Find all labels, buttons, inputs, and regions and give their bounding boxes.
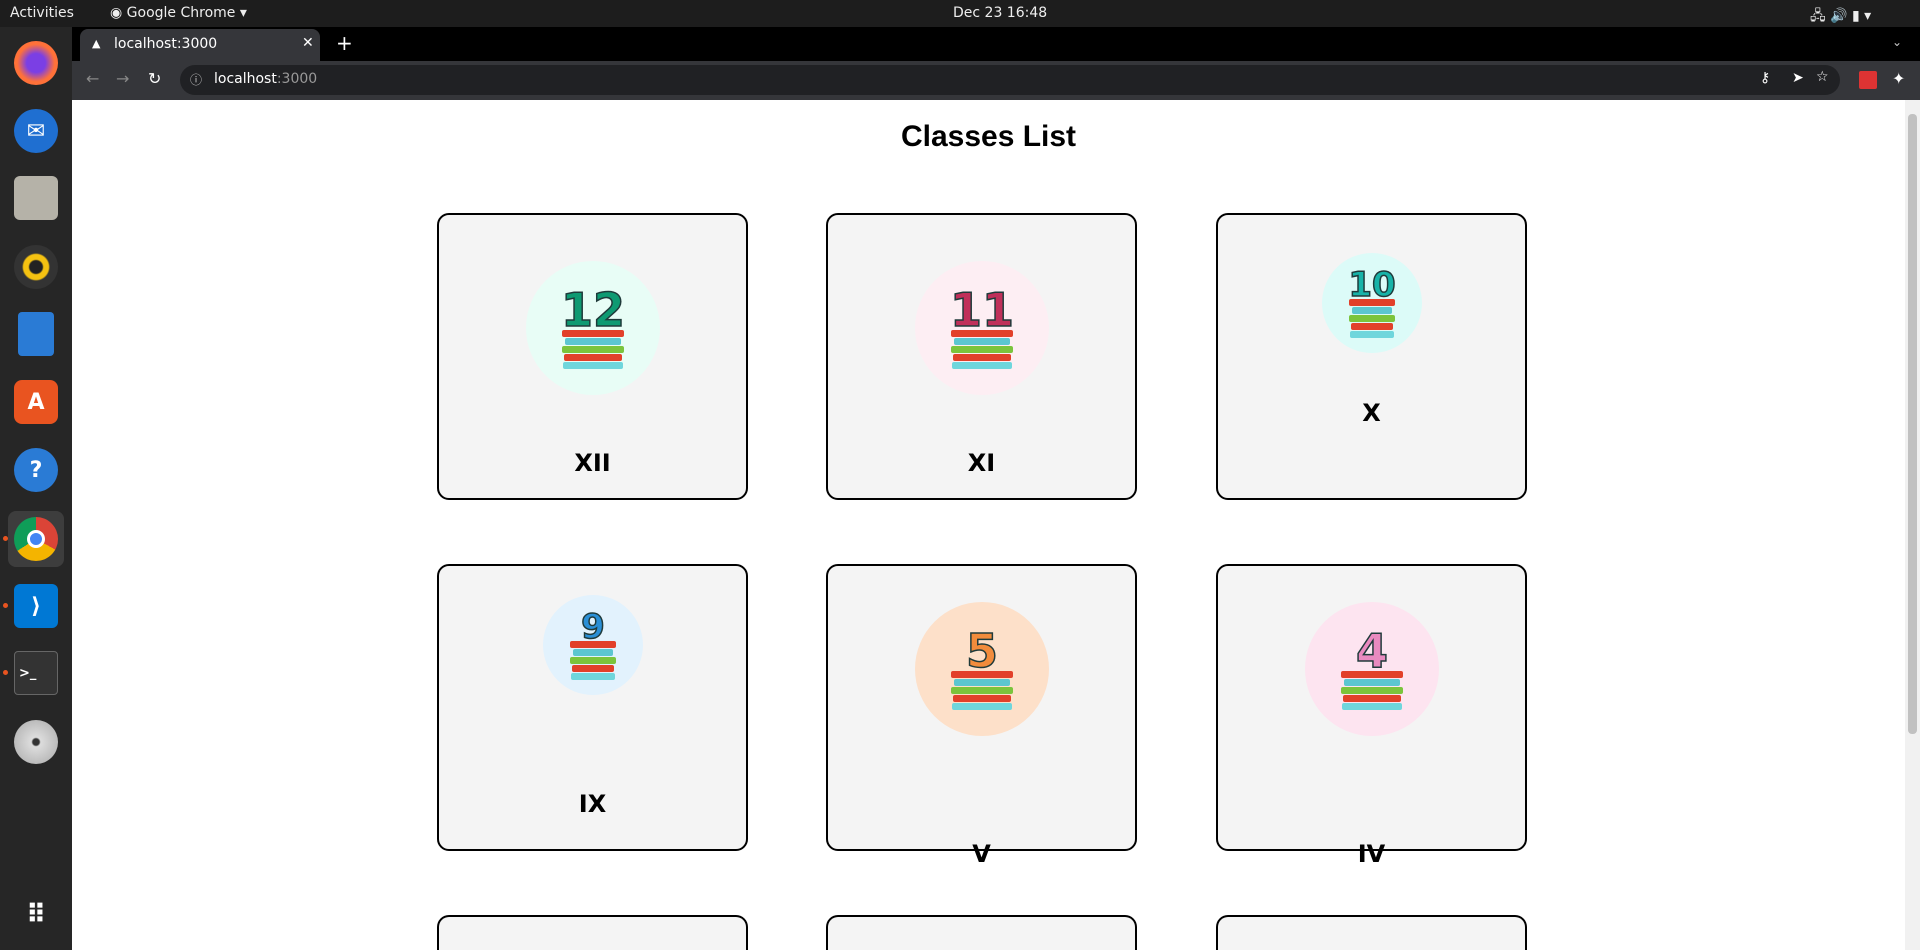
class-label: IV — [1357, 840, 1386, 868]
url-host: localhost — [214, 71, 277, 87]
books-icon — [1341, 670, 1403, 710]
close-tab-icon[interactable]: ✕ — [302, 35, 314, 51]
dock-dvd[interactable] — [8, 714, 64, 770]
class-badge: 11 — [915, 261, 1049, 395]
forward-button[interactable]: → — [116, 69, 129, 88]
class-label: IX — [578, 790, 607, 818]
page-scrollbar[interactable] — [1905, 100, 1920, 950]
clock[interactable]: Dec 23 16:48 — [953, 5, 1047, 21]
terminal-icon: >_ — [14, 651, 58, 695]
tab-strip: ▲ localhost:3000 ✕ + ⌄ — [72, 27, 1920, 61]
help-icon: ? — [14, 448, 58, 492]
class-card[interactable]: 11 XI — [826, 213, 1137, 500]
extension-icon[interactable] — [1859, 71, 1877, 89]
files-icon — [14, 176, 58, 220]
dvd-icon — [14, 720, 58, 764]
send-icon[interactable]: ➤ — [1792, 70, 1804, 86]
class-label: X — [1362, 399, 1381, 427]
back-button[interactable]: ← — [86, 69, 99, 88]
class-number: 5 — [965, 624, 999, 678]
dock: ✉ A ? ⟩ >_ ⠿ — [0, 27, 72, 950]
dock-thunderbird[interactable]: ✉ — [8, 103, 64, 159]
dock-help[interactable]: ? — [8, 442, 64, 498]
chrome-icon — [14, 517, 58, 561]
class-card[interactable] — [826, 915, 1137, 950]
dock-rhythmbox[interactable] — [8, 239, 64, 295]
bookmark-star-icon[interactable]: ☆ — [1816, 69, 1829, 85]
books-icon — [562, 329, 624, 369]
app-menu[interactable]: ◉ Google Chrome ▾ — [110, 5, 247, 21]
class-card[interactable]: 9 IX — [437, 564, 748, 851]
class-card[interactable]: 12 XII — [437, 213, 748, 500]
address-bar[interactable]: ⓘ localhost:3000 ⚷ ➤ ☆ — [180, 65, 1840, 95]
reload-button[interactable]: ↻ — [148, 69, 161, 88]
class-number: 10 — [1348, 265, 1397, 305]
dock-software[interactable]: A — [8, 374, 64, 430]
class-badge: 9 — [543, 595, 643, 695]
tab-title: localhost:3000 — [114, 36, 218, 52]
class-card[interactable]: 5 V — [826, 564, 1137, 868]
class-badge: 12 — [526, 261, 660, 395]
show-applications[interactable]: ⠿ — [8, 887, 64, 943]
site-info-icon[interactable]: ⓘ — [190, 71, 202, 88]
class-card[interactable] — [437, 915, 748, 950]
scrollbar-thumb[interactable] — [1908, 114, 1917, 734]
system-status-icons[interactable]: 🖧 🔊 ▮ ▾ — [1810, 5, 1871, 29]
page-content: Classes List 12 XII 11 XI 10 X 9 IX 5 V … — [72, 100, 1905, 950]
extensions-puzzle-icon[interactable]: ✦ — [1892, 69, 1905, 88]
class-number: 4 — [1355, 624, 1389, 678]
class-badge: 4 — [1305, 602, 1439, 736]
books-icon — [951, 329, 1013, 369]
class-label: XII — [574, 449, 611, 477]
tab-localhost[interactable]: ▲ localhost:3000 ✕ — [80, 29, 320, 61]
page-title: Classes List — [900, 120, 1077, 153]
books-icon — [570, 640, 616, 680]
firefox-icon — [14, 41, 58, 85]
books-icon — [951, 670, 1013, 710]
class-label: XI — [967, 449, 996, 477]
vscode-icon: ⟩ — [14, 584, 58, 628]
chrome-small-icon: ◉ — [110, 5, 127, 21]
rhythmbox-icon — [14, 245, 58, 289]
dock-files[interactable] — [8, 170, 64, 226]
class-number: 9 — [580, 607, 605, 647]
class-label: V — [972, 840, 991, 868]
class-number: 11 — [949, 283, 1015, 337]
class-number: 12 — [560, 283, 626, 337]
new-tab-button[interactable]: + — [336, 31, 353, 55]
dock-chrome[interactable] — [3, 511, 64, 567]
app-name: Google Chrome — [126, 5, 236, 21]
dock-terminal[interactable]: >_ — [3, 645, 64, 701]
thunderbird-icon: ✉ — [14, 109, 58, 153]
favicon-icon: ▲ — [92, 37, 101, 50]
books-icon — [1349, 298, 1395, 338]
dock-vscode[interactable]: ⟩ — [3, 578, 64, 634]
class-card[interactable]: 4 IV — [1216, 564, 1527, 868]
dock-writer[interactable] — [8, 306, 64, 362]
class-badge: 10 — [1322, 253, 1422, 353]
apps-grid-icon: ⠿ — [25, 900, 47, 930]
writer-icon — [18, 312, 54, 356]
class-card[interactable]: 10 X — [1216, 213, 1527, 500]
key-icon[interactable]: ⚷ — [1760, 70, 1770, 86]
system-top-bar: Activities ◉ Google Chrome ▾ Dec 23 16:4… — [0, 0, 1920, 27]
software-icon: A — [14, 380, 58, 424]
dock-firefox[interactable] — [8, 35, 64, 91]
class-card[interactable] — [1216, 915, 1527, 950]
class-badge: 5 — [915, 602, 1049, 736]
activities-button[interactable]: Activities — [10, 5, 74, 21]
tab-search-button[interactable]: ⌄ — [1892, 35, 1902, 49]
url-port: :3000 — [276, 71, 318, 87]
browser-toolbar: ← → ↻ ⓘ localhost:3000 ⚷ ➤ ☆ ✦ S ⋮ — [72, 61, 1920, 100]
